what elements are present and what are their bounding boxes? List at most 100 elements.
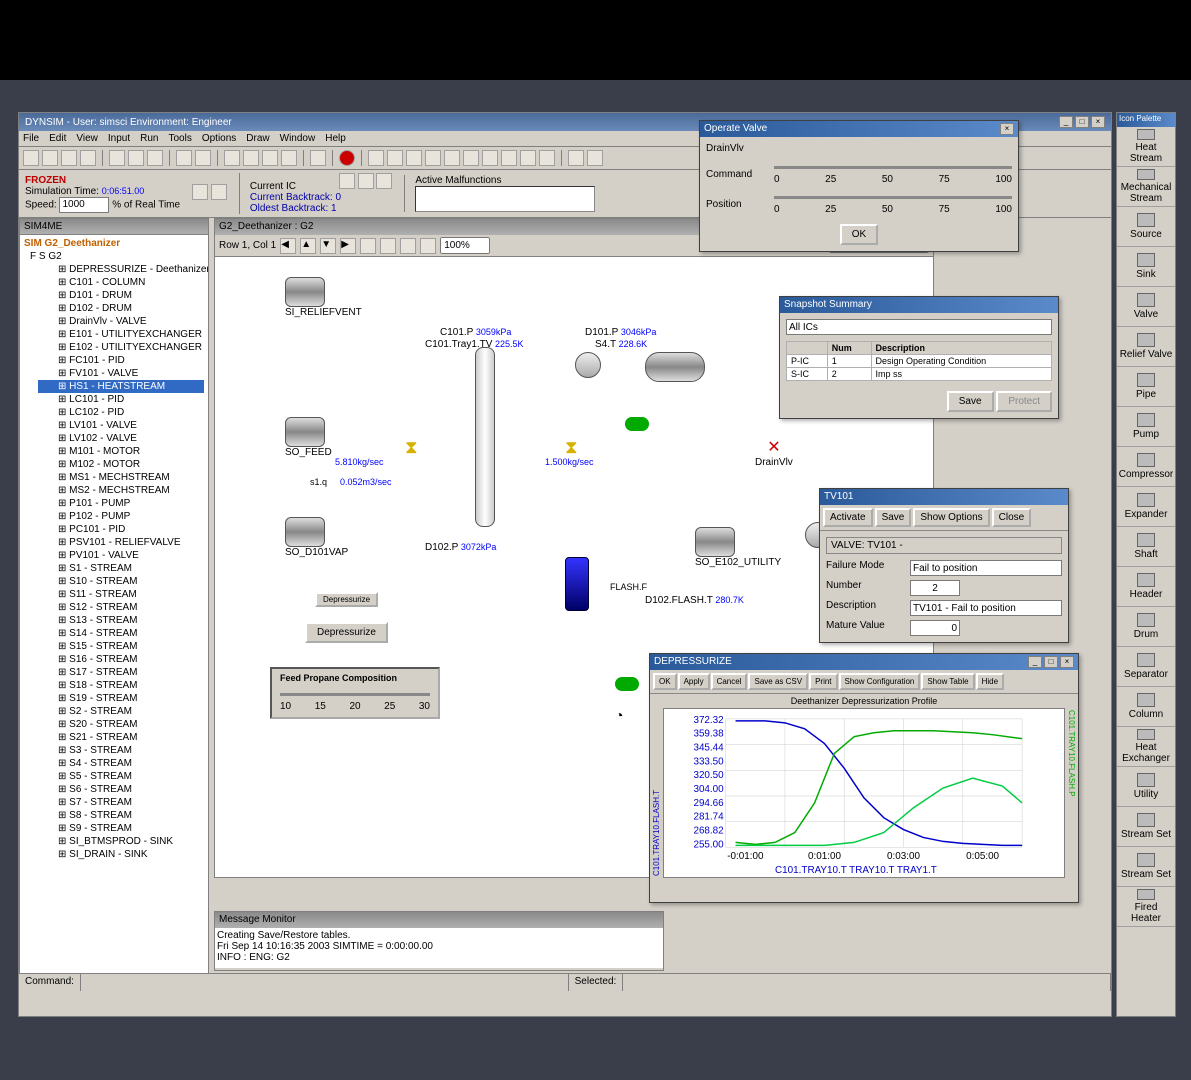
zoom-input[interactable] xyxy=(440,237,490,254)
e102-util-drum[interactable] xyxy=(695,527,735,557)
open-icon[interactable] xyxy=(42,150,58,166)
step-icon[interactable] xyxy=(387,150,403,166)
tree-item[interactable]: ⊞ PV101 - VALVE xyxy=(38,549,204,562)
tree-item[interactable]: ⊞ S14 - STREAM xyxy=(38,627,204,640)
palette-item[interactable]: Column xyxy=(1117,687,1175,727)
tree-item[interactable]: ⊞ D101 - DRUM xyxy=(38,289,204,302)
minimize-icon[interactable]: _ xyxy=(1059,116,1073,128)
tree-item[interactable]: ⊞ S18 - STREAM xyxy=(38,679,204,692)
save-button[interactable]: Save xyxy=(947,391,994,412)
tree-item[interactable]: ⊞ P102 - PUMP xyxy=(38,510,204,523)
tank-d101[interactable] xyxy=(625,417,649,431)
palette-item[interactable]: Mechanical Stream xyxy=(1117,167,1175,207)
tree-item[interactable]: ⊞ S9 - STREAM xyxy=(38,822,204,835)
tree-item[interactable]: ⊞ S8 - STREAM xyxy=(38,809,204,822)
position-slider[interactable]: 0 25 50 75 100 xyxy=(774,192,1012,216)
delete-icon[interactable] xyxy=(176,150,192,166)
zoom-out-icon[interactable] xyxy=(380,238,396,254)
play2-icon[interactable] xyxy=(211,184,227,200)
folder-icon[interactable] xyxy=(568,150,584,166)
palette-item[interactable]: Compressor xyxy=(1117,447,1175,487)
tree-item[interactable]: ⊞ M101 - MOTOR xyxy=(38,445,204,458)
tree-item[interactable]: ⊞ S2 - STREAM xyxy=(38,705,204,718)
protect-button[interactable]: Protect xyxy=(996,391,1052,412)
palette-item[interactable]: Stream Set xyxy=(1117,847,1175,887)
doc-icon[interactable] xyxy=(420,238,436,254)
doc-icon[interactable] xyxy=(587,150,603,166)
maximize-icon[interactable]: □ xyxy=(1075,116,1089,128)
tree-item[interactable]: ⊞ MS1 - MECHSTREAM xyxy=(38,471,204,484)
palette-item[interactable]: Stream Set xyxy=(1117,807,1175,847)
pencil-icon[interactable] xyxy=(224,150,240,166)
apply-button[interactable]: Apply xyxy=(678,673,710,690)
tree-item[interactable]: ⊞ S4 - STREAM xyxy=(38,757,204,770)
menu-file[interactable]: File xyxy=(23,133,39,144)
tree-item[interactable]: ⊞ PSV101 - RELIEFVALVE xyxy=(38,536,204,549)
rewind-icon[interactable] xyxy=(406,150,422,166)
palette-item[interactable]: Shaft xyxy=(1117,527,1175,567)
tree-item[interactable]: ⊞ P101 - PUMP xyxy=(38,497,204,510)
d101vap-drum[interactable] xyxy=(285,517,325,547)
reliefvent-drum[interactable] xyxy=(285,277,325,307)
hx-e101[interactable] xyxy=(575,352,601,378)
palette-item[interactable]: Heat Stream xyxy=(1117,127,1175,167)
tree-item[interactable]: ⊞ S13 - STREAM xyxy=(38,614,204,627)
close-icon[interactable]: × xyxy=(1060,656,1074,668)
tank-m102[interactable] xyxy=(615,677,639,691)
cut-icon[interactable] xyxy=(109,150,125,166)
menu-draw[interactable]: Draw xyxy=(246,133,269,144)
camera-icon[interactable] xyxy=(482,150,498,166)
tree-item[interactable]: ⊞ S11 - STREAM xyxy=(38,588,204,601)
palette-item[interactable]: Header xyxy=(1117,567,1175,607)
ok-button[interactable]: OK xyxy=(653,673,677,690)
number-input[interactable] xyxy=(910,580,960,596)
tree-item[interactable]: ⊞ MS2 - MECHSTREAM xyxy=(38,484,204,497)
tree-item[interactable]: ⊞ S6 - STREAM xyxy=(38,783,204,796)
minimize-icon[interactable]: _ xyxy=(1028,656,1042,668)
palette-item[interactable]: Relief Valve xyxy=(1117,327,1175,367)
menu-run[interactable]: Run xyxy=(140,133,158,144)
tree-item[interactable]: ⊞ FC101 - PID xyxy=(38,354,204,367)
tree-item[interactable]: ⊞ S20 - STREAM xyxy=(38,718,204,731)
undo-icon[interactable] xyxy=(195,150,211,166)
cancel-button[interactable]: Cancel xyxy=(711,673,748,690)
save-as-csv-button[interactable]: Save as CSV xyxy=(748,673,808,690)
stop-icon[interactable] xyxy=(281,150,297,166)
depressurize-button[interactable]: Depressurize xyxy=(305,622,388,643)
palette-item[interactable]: Drum xyxy=(1117,607,1175,647)
chart-icon[interactable] xyxy=(539,150,555,166)
failure-mode-input[interactable] xyxy=(910,560,1062,576)
log-icon[interactable] xyxy=(520,150,536,166)
palette-item[interactable]: Source xyxy=(1117,207,1175,247)
maximize-icon[interactable]: □ xyxy=(1044,656,1058,668)
speed-input[interactable] xyxy=(59,197,109,213)
snapshot-filter[interactable] xyxy=(786,319,1052,335)
tree-item[interactable]: ⊞ S1 - STREAM xyxy=(38,562,204,575)
grid-icon[interactable] xyxy=(501,150,517,166)
ic-icon[interactable] xyxy=(339,173,355,189)
tree-item[interactable]: ⊞ D102 - DRUM xyxy=(38,302,204,315)
tree-item[interactable]: ⊞ HS1 - HEATSTREAM xyxy=(38,380,204,393)
palette-item[interactable]: Utility xyxy=(1117,767,1175,807)
tree-item[interactable]: ⊞ S15 - STREAM xyxy=(38,640,204,653)
tree-item[interactable]: ⊞ S16 - STREAM xyxy=(38,653,204,666)
menu-window[interactable]: Window xyxy=(280,133,316,144)
show-options-button[interactable]: Show Options xyxy=(913,508,989,527)
bkt-icon[interactable] xyxy=(376,173,392,189)
record-icon[interactable] xyxy=(339,150,355,166)
tree-item[interactable]: ⊞ S19 - STREAM xyxy=(38,692,204,705)
drum-d101[interactable] xyxy=(645,352,705,382)
wrench-icon[interactable] xyxy=(243,150,259,166)
description-input[interactable] xyxy=(910,600,1062,616)
tree-item[interactable]: ⊞ M102 - MOTOR xyxy=(38,458,204,471)
binoculars-icon[interactable] xyxy=(463,150,479,166)
tree[interactable]: SIM G2_Deethanizer F S G2 ⊞ DEPRESSURIZE… xyxy=(20,235,208,966)
pause-icon[interactable] xyxy=(192,184,208,200)
feed-drum[interactable] xyxy=(285,417,325,447)
tree-item[interactable]: ⊞ SI_BTMSPROD - SINK xyxy=(38,835,204,848)
skip-icon[interactable] xyxy=(444,150,460,166)
tree-item[interactable]: ⊞ FV101 - VALVE xyxy=(38,367,204,380)
new-icon[interactable] xyxy=(23,150,39,166)
tree-item[interactable]: ⊞ S7 - STREAM xyxy=(38,796,204,809)
table-row[interactable]: P-IC1Design Operating Condition xyxy=(787,355,1052,368)
